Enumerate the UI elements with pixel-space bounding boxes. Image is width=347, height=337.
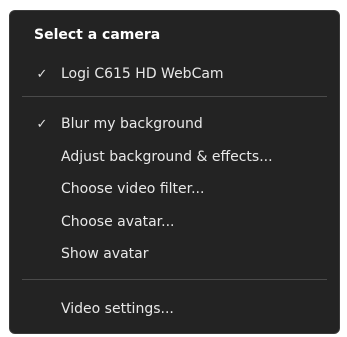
menu-separator bbox=[22, 96, 327, 97]
menu-item-adjust-background[interactable]: Adjust background & effects... bbox=[10, 142, 339, 172]
menu-item-show-avatar[interactable]: Show avatar bbox=[10, 239, 339, 269]
checkmark-icon: ✓ bbox=[36, 116, 48, 132]
menu-item-label: Video settings... bbox=[61, 301, 174, 317]
menu-item-video-settings[interactable]: Video settings... bbox=[10, 294, 339, 324]
menu-item-choose-video-filter[interactable]: Choose video filter... bbox=[10, 174, 339, 204]
menu-item-label: Show avatar bbox=[61, 246, 149, 262]
menu-separator bbox=[22, 279, 327, 280]
menu-item-label: Choose avatar... bbox=[61, 214, 175, 230]
camera-context-menu: Select a camera ✓ Logi C615 HD WebCam ✓ … bbox=[9, 10, 340, 334]
checkmark-icon: ✓ bbox=[36, 66, 48, 82]
menu-item-label: Logi C615 HD WebCam bbox=[61, 66, 224, 82]
menu-item-label: Choose video filter... bbox=[61, 181, 205, 197]
menu-item-label: Adjust background & effects... bbox=[61, 149, 273, 165]
menu-header: Select a camera bbox=[34, 27, 161, 43]
menu-item-blur-background[interactable]: ✓ Blur my background bbox=[10, 109, 339, 139]
menu-item-choose-avatar[interactable]: Choose avatar... bbox=[10, 207, 339, 237]
menu-item-logi-c615-webcam[interactable]: ✓ Logi C615 HD WebCam bbox=[10, 59, 339, 89]
menu-item-label: Blur my background bbox=[61, 116, 203, 132]
